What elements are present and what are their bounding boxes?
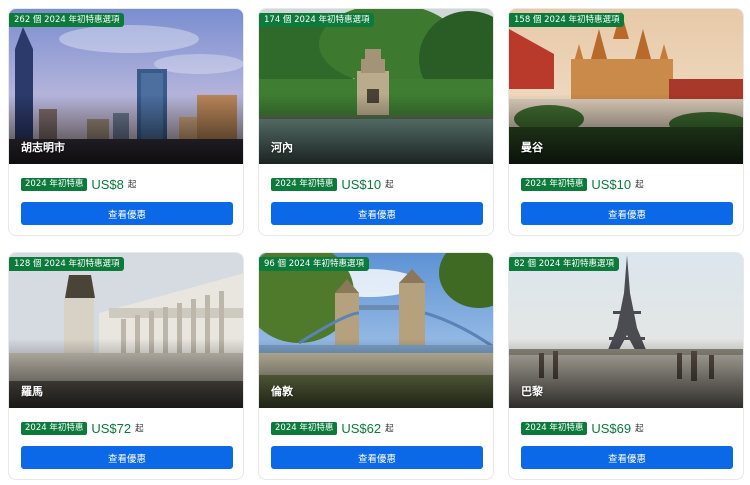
deal-count-badge: 158 個 2024 年初特惠選項 — [509, 13, 625, 27]
deal-count-badge: 174 個 2024 年初特惠選項 — [259, 13, 375, 27]
price-tag-label: 2024 年初特惠 — [521, 421, 588, 435]
price-row: 2024 年初特惠 US$10 起 — [271, 175, 394, 193]
tower-illustration — [509, 253, 743, 408]
price-tag-label: 2024 年初特惠 — [21, 177, 88, 191]
deal-card-bangkok[interactable]: 158 個 2024 年初特惠選項 曼谷 2024 年初特惠 US$10 起 查… — [508, 8, 744, 236]
price-tag-label: 2024 年初特惠 — [21, 421, 88, 435]
view-deal-button[interactable]: 查看優惠 — [521, 202, 733, 225]
deal-card-hanoi[interactable]: 174 個 2024 年初特惠選項 河內 2024 年初特惠 US$10 起 查… — [258, 8, 494, 236]
price-value: US$8 — [91, 176, 124, 192]
view-deal-button[interactable]: 查看優惠 — [521, 446, 733, 469]
deal-card-ho-chi-minh[interactable]: 262 個 2024 年初特惠選項 胡志明市 2024 年初特惠 US$8 起 … — [8, 8, 244, 236]
city-photo[interactable] — [9, 253, 243, 408]
price-value: US$69 — [591, 420, 632, 436]
price-row: 2024 年初特惠 US$8 起 — [21, 175, 136, 193]
city-name: 羅馬 — [21, 385, 43, 398]
city-photo[interactable] — [259, 9, 493, 164]
deal-count-badge: 96 個 2024 年初特惠選項 — [259, 257, 370, 271]
price-suffix: 起 — [635, 424, 644, 434]
price-tag-label: 2024 年初特惠 — [271, 177, 338, 191]
city-name: 曼谷 — [521, 141, 543, 154]
deal-count-badge: 262 個 2024 年初特惠選項 — [9, 13, 125, 27]
price-tag-label: 2024 年初特惠 — [271, 421, 338, 435]
price-value: US$62 — [341, 420, 382, 436]
view-deal-button[interactable]: 查看優惠 — [271, 446, 483, 469]
view-deal-button[interactable]: 查看優惠 — [271, 202, 483, 225]
price-suffix: 起 — [385, 180, 394, 190]
deal-card-london[interactable]: 96 個 2024 年初特惠選項 倫敦 2024 年初特惠 US$62 起 查看… — [258, 252, 494, 480]
city-photo[interactable] — [259, 253, 493, 408]
price-row: 2024 年初特惠 US$62 起 — [271, 419, 394, 437]
price-suffix: 起 — [385, 424, 394, 434]
city-name: 胡志明市 — [21, 141, 65, 154]
price-tag-label: 2024 年初特惠 — [521, 177, 588, 191]
city-name: 河內 — [271, 141, 293, 154]
bridge-illustration — [259, 253, 493, 408]
deal-count-badge: 82 個 2024 年初特惠選項 — [509, 257, 620, 271]
temple-illustration — [509, 9, 743, 164]
price-value: US$10 — [341, 176, 382, 192]
price-row: 2024 年初特惠 US$72 起 — [21, 419, 144, 437]
monument-illustration — [9, 253, 243, 408]
view-deal-button[interactable]: 查看優惠 — [21, 446, 233, 469]
deal-card-rome[interactable]: 128 個 2024 年初特惠選項 羅馬 2024 年初特惠 US$72 起 查… — [8, 252, 244, 480]
price-row: 2024 年初特惠 US$10 起 — [521, 175, 644, 193]
price-suffix: 起 — [135, 424, 144, 434]
price-value: US$72 — [91, 420, 132, 436]
price-suffix: 起 — [635, 180, 644, 190]
deal-grid: 262 個 2024 年初特惠選項 胡志明市 2024 年初特惠 US$8 起 … — [0, 0, 750, 485]
deal-count-badge: 128 個 2024 年初特惠選項 — [9, 257, 125, 271]
view-deal-button[interactable]: 查看優惠 — [21, 202, 233, 225]
price-value: US$10 — [591, 176, 632, 192]
city-photo[interactable] — [509, 253, 743, 408]
city-photo[interactable] — [509, 9, 743, 164]
pagoda-lake-illustration — [259, 9, 493, 164]
city-name: 巴黎 — [521, 385, 543, 398]
deal-card-paris[interactable]: 82 個 2024 年初特惠選項 巴黎 2024 年初特惠 US$69 起 查看… — [508, 252, 744, 480]
city-name: 倫敦 — [271, 385, 293, 398]
price-row: 2024 年初特惠 US$69 起 — [521, 419, 644, 437]
price-suffix: 起 — [127, 180, 137, 190]
